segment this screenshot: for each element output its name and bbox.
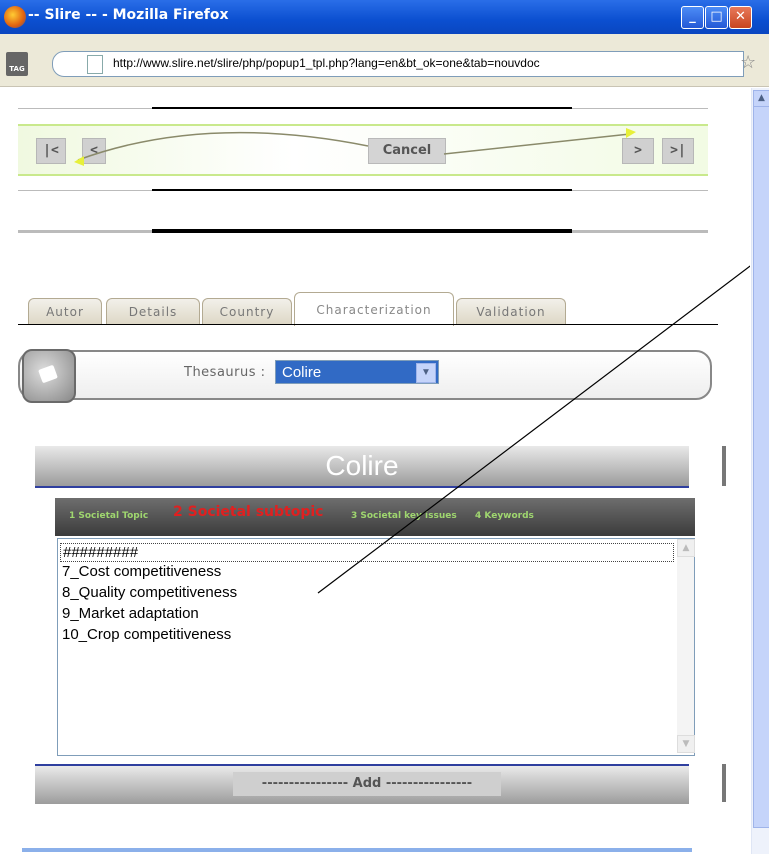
close-button[interactable]: ✕ <box>729 6 752 29</box>
scroll-up-icon[interactable]: ▲ <box>753 90 769 107</box>
url-field[interactable]: http://www.slire.net/slire/php/popup1_tp… <box>52 51 744 77</box>
address-bar: TAG http://www.slire.net/slire/php/popup… <box>0 34 769 87</box>
scroll-thumb[interactable] <box>753 106 769 828</box>
url-text[interactable]: http://www.slire.net/slire/php/popup1_tp… <box>113 56 540 70</box>
firefox-logo-icon <box>4 6 26 28</box>
bookmark-star-icon[interactable]: ☆ <box>740 52 756 73</box>
maximize-button[interactable]: □ <box>705 6 728 29</box>
tag-icon[interactable]: TAG <box>6 52 28 76</box>
page-icon <box>87 55 103 74</box>
window-title: -- Slire -- - Mozilla Firefox <box>28 7 229 23</box>
window-titlebar: -- Slire -- - Mozilla Firefox _ □ ✕ <box>0 0 769 34</box>
annotation-line <box>317 265 750 594</box>
minimize-button[interactable]: _ <box>681 6 704 29</box>
page-content: |< < Cancel > >| Autor Details Country C… <box>0 88 750 854</box>
vertical-scrollbar[interactable]: ▲ <box>751 88 769 854</box>
